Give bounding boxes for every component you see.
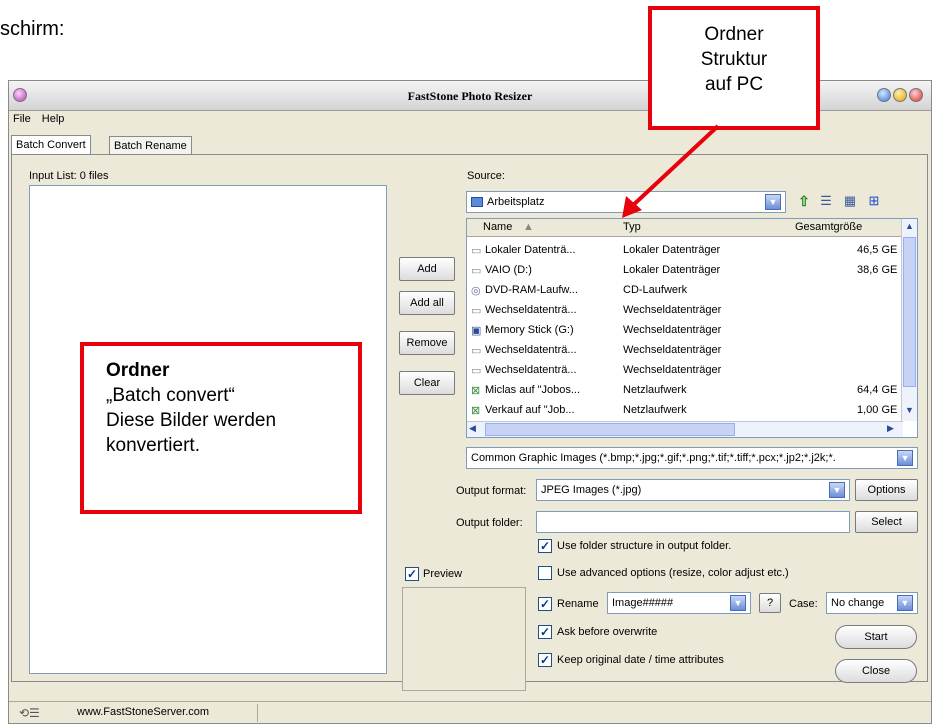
callout-top-line2: Struktur <box>700 49 768 70</box>
source-label: Source: <box>467 170 505 182</box>
scroll-up-icon[interactable]: ▲ <box>903 221 916 234</box>
h-scroll-thumb[interactable] <box>485 423 735 436</box>
list-item[interactable]: ⊠ Verkauf auf "Job... Netzlaufwerk 1,00 … <box>467 401 903 421</box>
preview-label: Preview <box>423 568 463 580</box>
callout-left-title: Ordner <box>106 360 170 381</box>
rename-label: Rename <box>557 598 599 610</box>
callout-top-line1: Ordner <box>704 24 764 45</box>
list-item[interactable]: ▭ Wechseldatenträ... Wechseldatenträger <box>467 341 903 361</box>
faststone-logo-icon: ⟲☰ <box>19 706 40 720</box>
dvd-icon: ◎ <box>471 285 481 297</box>
rename-pattern-combo[interactable]: Image##### ▼ <box>607 592 751 614</box>
case-label: Case: <box>789 598 818 610</box>
scroll-left-icon[interactable]: ◀ <box>469 423 482 436</box>
list-item[interactable]: ▭ Lokaler Datenträ... Lokaler Datenträge… <box>467 241 903 261</box>
horizontal-scrollbar[interactable]: ◀ ▶ <box>467 421 903 437</box>
keep-date-label: Keep original date / time attributes <box>557 654 724 666</box>
callout-batch-convert: Ordner „Batch convert“ Diese Bilder werd… <box>80 342 362 514</box>
chevron-down-icon[interactable]: ▼ <box>897 450 913 466</box>
document-text: schirm: <box>0 18 65 40</box>
rename-pattern-value: Image##### <box>612 597 674 609</box>
drive-icon: ▭ <box>471 305 482 317</box>
scroll-right-icon[interactable]: ▶ <box>887 423 900 436</box>
folder-up-icon[interactable]: ⇧ <box>795 193 813 211</box>
use-folder-structure-checkbox[interactable]: ✓ <box>538 539 552 553</box>
tab-batch-convert[interactable]: Batch Convert <box>11 135 91 155</box>
file-filter-combo[interactable]: Common Graphic Images (*.bmp;*.jpg;*.gif… <box>466 447 918 469</box>
list-item[interactable]: ▣ Memory Stick (G:) Wechseldatenträger <box>467 321 903 341</box>
ask-overwrite-checkbox[interactable]: ✓ <box>538 625 552 639</box>
output-format-label: Output format: <box>456 485 527 497</box>
add-button[interactable]: Add <box>399 257 455 281</box>
memory-stick-icon: ▣ <box>471 325 482 337</box>
sort-ascending-icon: ▲ <box>523 221 534 233</box>
network-drive-icon: ⊠ <box>471 405 481 417</box>
status-url[interactable]: www.FastStoneServer.com <box>77 706 209 718</box>
list-item[interactable]: ◎ DVD-RAM-Laufw... CD-Laufwerk <box>467 281 903 301</box>
callout-left-line1: „Batch convert“ <box>106 385 235 406</box>
drive-icon: ▭ <box>471 345 482 357</box>
advanced-options-checkbox[interactable]: ✓ <box>538 566 552 580</box>
callout-top-line3: auf PC <box>704 74 764 95</box>
rename-checkbox[interactable]: ✓ <box>538 597 552 611</box>
scroll-thumb[interactable] <box>903 237 916 387</box>
output-folder-label: Output folder: <box>456 517 523 529</box>
drive-icon: ▭ <box>471 365 482 377</box>
preview-box <box>402 587 526 691</box>
list-view-icon[interactable]: ☰ <box>817 193 835 211</box>
case-combo[interactable]: No change ▼ <box>826 592 918 614</box>
status-divider <box>257 704 258 722</box>
column-name[interactable]: Name <box>483 221 512 233</box>
callout-arrow <box>622 124 720 218</box>
source-location: Arbeitsplatz <box>487 196 545 208</box>
output-format-combo[interactable]: JPEG Images (*.jpg) ▼ <box>536 479 850 501</box>
clear-button[interactable]: Clear <box>399 371 455 395</box>
keep-date-checkbox[interactable]: ✓ <box>538 653 552 667</box>
scroll-down-icon[interactable]: ▼ <box>903 405 916 418</box>
callout-left-line2: Diese Bilder werden <box>106 410 277 431</box>
list-item[interactable]: ▭ VAIO (D:) Lokaler Datenträger 38,6 GE <box>467 261 903 281</box>
advanced-options-label: Use advanced options (resize, color adju… <box>557 567 789 579</box>
vertical-scrollbar[interactable]: ▲ ▼ <box>901 219 917 421</box>
column-size[interactable]: Gesamtgröße <box>795 221 862 233</box>
drive-icon: ▭ <box>471 245 482 257</box>
minimize-icon[interactable] <box>877 88 891 102</box>
case-value: No change <box>831 597 885 609</box>
list-item[interactable]: ▭ Wechseldatenträ... Wechseldatenträger <box>467 361 903 381</box>
drive-icon: ▭ <box>471 265 482 277</box>
remove-button[interactable]: Remove <box>399 331 455 355</box>
output-folder-input[interactable] <box>536 511 850 533</box>
details-view-icon[interactable]: ▦ <box>841 193 859 211</box>
menu-help[interactable]: Help <box>42 113 65 125</box>
ask-overwrite-label: Ask before overwrite <box>557 626 658 638</box>
tab-batch-rename[interactable]: Batch Rename <box>109 136 192 156</box>
options-button[interactable]: Options <box>855 479 918 501</box>
start-button[interactable]: Start <box>835 625 917 649</box>
status-bar: ⟲☰ www.FastStoneServer.com <box>9 701 931 723</box>
computer-icon <box>471 197 483 207</box>
source-folder-list[interactable]: Name ▲ Typ Gesamtgröße ▭ Lokaler Datentr… <box>466 218 918 438</box>
input-list-label: Input List: 0 files <box>29 170 109 182</box>
close-button[interactable]: Close <box>835 659 917 683</box>
callout-folder-structure: Ordner Struktur auf PC <box>648 6 820 130</box>
menu-file[interactable]: File <box>13 113 31 125</box>
rename-help-button[interactable]: ? <box>759 593 781 613</box>
file-filter-value: Common Graphic Images (*.bmp;*.jpg;*.gif… <box>471 452 836 464</box>
list-item[interactable]: ⊠ Miclas auf "Jobos... Netzlaufwerk 64,4… <box>467 381 903 401</box>
use-folder-structure-label: Use folder structure in output folder. <box>557 540 732 552</box>
list-item[interactable]: ▭ Wechseldatenträ... Wechseldatenträger <box>467 301 903 321</box>
chevron-down-icon[interactable]: ▼ <box>765 194 781 210</box>
close-window-icon[interactable] <box>909 88 923 102</box>
chevron-down-icon[interactable]: ▼ <box>829 482 845 498</box>
chevron-down-icon[interactable]: ▼ <box>730 595 746 611</box>
chevron-down-icon[interactable]: ▼ <box>897 595 913 611</box>
thumbnail-view-icon[interactable]: ⊞ <box>865 193 883 211</box>
network-drive-icon: ⊠ <box>471 385 481 397</box>
select-button[interactable]: Select <box>855 511 918 533</box>
preview-checkbox[interactable]: ✓ <box>405 567 419 581</box>
maximize-icon[interactable] <box>893 88 907 102</box>
callout-left-line3: konvertiert. <box>106 435 200 456</box>
add-all-button[interactable]: Add all <box>399 291 455 315</box>
output-format-value: JPEG Images (*.jpg) <box>541 484 642 496</box>
